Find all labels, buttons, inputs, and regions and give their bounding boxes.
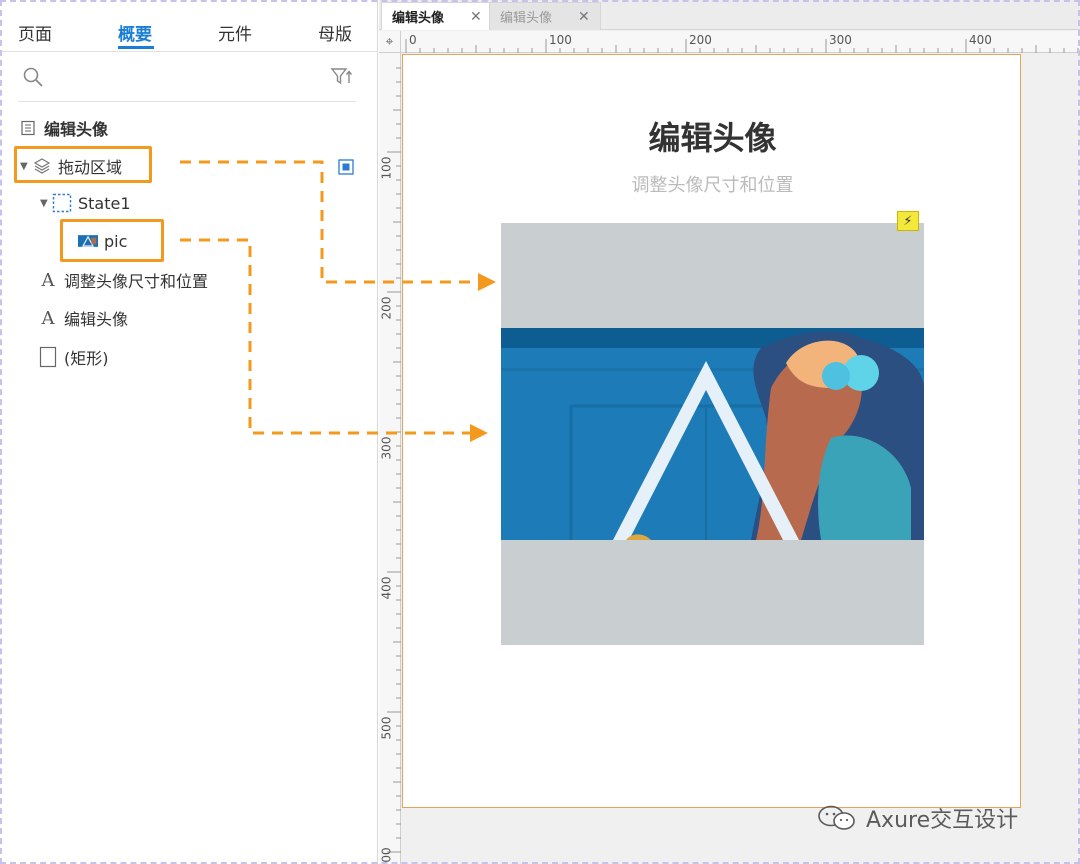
doc-tab-inactive[interactable]: 编辑头像 ✕ [489, 2, 601, 30]
close-icon[interactable]: ✕ [578, 9, 590, 25]
tab-pages[interactable]: 页面 [18, 20, 52, 45]
rectangle-icon [38, 346, 58, 368]
document-tabs: 编辑头像 ✕ 编辑头像 ✕ [379, 0, 1080, 30]
tab-masters[interactable]: 母版 [318, 20, 352, 45]
search-row [18, 62, 356, 102]
panel-tabs: 页面 概要 元件 母版 [0, 0, 378, 52]
outline-subtitle-text-label: 调整头像尺寸和位置 [64, 272, 209, 291]
filter-sort-icon[interactable] [330, 66, 354, 88]
close-icon[interactable]: ✕ [470, 9, 482, 25]
visibility-toggle-icon[interactable] [338, 159, 354, 175]
watermark-text: Axure交互设计 [866, 808, 1019, 833]
mural-image-graphic [501, 328, 924, 540]
outline-subtitle-text-row[interactable]: A 调整头像尺寸和位置 [38, 265, 209, 295]
outline-page-label: 编辑头像 [44, 120, 109, 139]
ruler-label: 100 [379, 156, 394, 180]
ruler-label: 400 [379, 576, 394, 600]
outline-state-label: State1 [78, 193, 131, 213]
page-icon [18, 118, 38, 138]
text-icon: A [41, 269, 55, 291]
design-canvas: 编辑头像 ✕ 编辑头像 ✕ ⌖ 0 100 200 300 400 100 20… [379, 0, 1080, 864]
ruler-label: 300 [379, 436, 394, 460]
watermark: Axure交互设计 [816, 802, 1018, 834]
search-icon[interactable] [22, 66, 44, 88]
ruler-top: 0 100 200 300 400 [401, 31, 1080, 53]
outline-panel: 页面 概要 元件 母版 编辑头像 ▼ 拖动区域 ▼ State1 pic A 调… [0, 0, 378, 864]
tab-outline[interactable]: 概要 [118, 20, 152, 45]
doc-tab-active[interactable]: 编辑头像 ✕ [381, 2, 493, 30]
doc-tab-label: 编辑头像 [500, 11, 553, 26]
crosshair-icon[interactable]: ⌖ [379, 31, 401, 53]
page-title[interactable]: 编辑头像 [403, 113, 1022, 159]
ruler-label: 500 [379, 716, 394, 740]
lightning-icon[interactable]: ⚡ [897, 211, 919, 231]
ruler-label: 400 [969, 33, 992, 47]
drag-area-panel[interactable]: ⚡ [501, 211, 924, 645]
ruler-label: 200 [379, 296, 394, 320]
avatar-image[interactable] [501, 328, 924, 540]
wechat-logo-icon [818, 805, 855, 830]
ruler-label: 200 [689, 33, 712, 47]
page-subtitle[interactable]: 调整头像尺寸和位置 [403, 171, 1022, 197]
text-icon: A [41, 307, 55, 329]
ruler-label: 0 [409, 33, 417, 47]
ruler-label: 00 [379, 847, 394, 863]
outline-title-text-row[interactable]: A 编辑头像 [38, 303, 129, 333]
outline-state-row[interactable]: ▼ State1 [40, 188, 131, 218]
ruler-label: 300 [829, 33, 852, 47]
ruler-left: 100 200 300 400 500 00 [379, 53, 401, 864]
state-icon [52, 193, 72, 213]
ruler-label: 100 [549, 33, 572, 47]
drag-area-highlight [14, 146, 152, 183]
doc-tab-label: 编辑头像 [392, 11, 445, 26]
outline-title-text-label: 编辑头像 [64, 310, 129, 329]
outline-rect-label: (矩形) [64, 349, 109, 368]
active-tab-indicator [118, 46, 154, 49]
outline-page-row[interactable]: 编辑头像 [18, 113, 108, 143]
outline-rect-row[interactable]: (矩形) [38, 342, 109, 372]
expand-caret-icon[interactable]: ▼ [40, 198, 52, 209]
pic-highlight [60, 219, 164, 262]
tab-widgets[interactable]: 元件 [218, 20, 252, 45]
artboard-page: 编辑头像 调整头像尺寸和位置 ⚡ [402, 54, 1021, 808]
